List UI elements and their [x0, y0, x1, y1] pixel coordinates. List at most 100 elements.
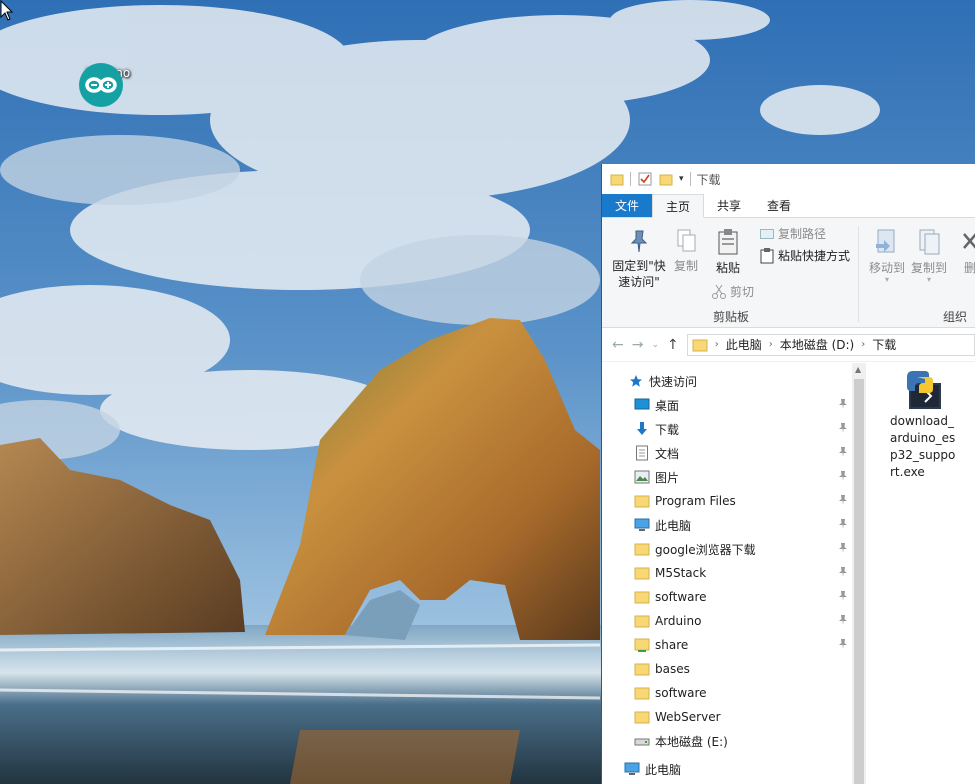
- nav-this-pc[interactable]: 此电脑: [602, 757, 852, 781]
- nav-item-label: 下载: [655, 422, 680, 437]
- nav-item-label: Program Files: [655, 494, 736, 508]
- pinned-icon[interactable]: [838, 638, 848, 653]
- breadcrumb-drive-d[interactable]: 本地磁盘 (D:): [780, 336, 854, 353]
- navigation-bar: ← → ⌄ ↑ › 此电脑 › 本地磁盘 (D:) › 下载: [602, 328, 975, 362]
- folder-icon: [634, 685, 650, 701]
- documents-icon: [634, 445, 650, 461]
- nav-scrollbar[interactable]: ▲: [852, 363, 866, 784]
- chevron-right-icon[interactable]: ›: [769, 339, 773, 350]
- download-arrow-icon: [634, 421, 650, 437]
- move-to-button[interactable]: 移动到 ▾: [866, 228, 908, 284]
- nav-item[interactable]: software: [602, 585, 852, 609]
- pin-quick-access-label: 固定到"快速访问": [612, 259, 666, 289]
- tab-home[interactable]: 主页: [652, 194, 705, 218]
- move-to-icon: [876, 229, 895, 253]
- computer-icon: [634, 517, 650, 533]
- nav-item[interactable]: 下载: [602, 417, 852, 441]
- shared-folder-icon: [634, 637, 650, 653]
- nav-item[interactable]: M5Stack: [602, 561, 852, 585]
- pinned-icon[interactable]: [838, 422, 848, 437]
- nav-item[interactable]: 桌面: [602, 393, 852, 417]
- nav-item[interactable]: software: [602, 681, 852, 705]
- cut-button[interactable]: 剪切: [712, 283, 754, 300]
- forward-arrow-icon[interactable]: →: [632, 337, 644, 353]
- nav-item[interactable]: 文档: [602, 441, 852, 465]
- group-divider: [858, 226, 859, 322]
- nav-quick-access-label: 快速访问: [649, 374, 698, 389]
- pin-icon: [630, 230, 648, 253]
- nav-item[interactable]: 本地磁盘 (E:): [602, 729, 852, 753]
- divider: [689, 172, 691, 186]
- cut-label: 剪切: [730, 285, 755, 299]
- pinned-icon[interactable]: [838, 542, 848, 557]
- copy-path-button[interactable]: 复制路径: [760, 225, 826, 242]
- nav-item[interactable]: 图片: [602, 465, 852, 489]
- organize-group-label: 组织: [943, 310, 968, 324]
- properties-check-icon[interactable]: [637, 171, 653, 187]
- pinned-icon[interactable]: [838, 470, 848, 485]
- folder-icon: [634, 589, 650, 605]
- chevron-right-icon[interactable]: ›: [715, 339, 719, 350]
- pin-quick-access-button[interactable]: 固定到"快速访问": [608, 228, 670, 290]
- tab-share[interactable]: 共享: [704, 194, 754, 217]
- pinned-icon[interactable]: [838, 398, 848, 413]
- paste-label: 粘贴: [715, 261, 740, 275]
- nav-item[interactable]: bases: [602, 657, 852, 681]
- quick-access-dropdown-icon[interactable]: ▾: [679, 174, 684, 184]
- nav-item[interactable]: share: [602, 633, 852, 657]
- back-arrow-icon[interactable]: ←: [612, 337, 624, 353]
- scissors-icon: [712, 284, 726, 299]
- tab-view[interactable]: 查看: [754, 194, 804, 217]
- nav-item[interactable]: google浏览器下载: [602, 537, 852, 561]
- pinned-icon[interactable]: [838, 446, 848, 461]
- recent-locations-chevron-icon[interactable]: ⌄: [651, 340, 659, 350]
- copy-button[interactable]: 复制: [670, 228, 702, 274]
- title-bar: ▾ 下载: [602, 164, 975, 194]
- breadcrumb-downloads[interactable]: 下载: [872, 336, 896, 353]
- desktop-icon: [634, 397, 650, 413]
- nav-item[interactable]: WebServer: [602, 705, 852, 729]
- window-title: 下载: [696, 172, 721, 187]
- divider: [630, 172, 631, 186]
- pinned-icon[interactable]: [838, 518, 848, 533]
- nav-item-label: software: [655, 686, 707, 700]
- chevron-right-icon[interactable]: ›: [861, 339, 865, 350]
- folder-icon: [634, 709, 650, 725]
- nav-item[interactable]: 此电脑: [602, 513, 852, 537]
- nav-quick-access[interactable]: 快速访问: [602, 369, 852, 393]
- nav-item-label: Arduino: [655, 614, 702, 628]
- move-to-label: 移动到: [868, 261, 905, 275]
- drive-icon: [634, 733, 650, 749]
- nav-item-label: M5Stack: [655, 566, 707, 580]
- address-input[interactable]: › 此电脑 › 本地磁盘 (D:) › 下载: [686, 333, 975, 356]
- tab-file[interactable]: 文件: [602, 194, 653, 217]
- pinned-icon[interactable]: [838, 494, 848, 509]
- breadcrumb-this-pc[interactable]: 此电脑: [726, 336, 762, 353]
- file-item[interactable]: download_arduino_esp32_support.exe: [888, 369, 962, 481]
- scrollbar-thumb[interactable]: [854, 379, 864, 784]
- paste-shortcut-button[interactable]: 粘贴快捷方式: [760, 247, 850, 264]
- new-folder-icon[interactable]: [659, 172, 673, 186]
- up-arrow-icon[interactable]: ↑: [667, 337, 679, 353]
- paste-button[interactable]: 粘贴: [712, 228, 744, 276]
- clipboard-paste-icon: [718, 229, 738, 255]
- paste-shortcut-icon: [760, 247, 774, 263]
- delete-button[interactable]: 删: [958, 228, 975, 276]
- star-icon: [628, 373, 644, 389]
- copy-icon: [677, 229, 696, 252]
- delete-label: 删: [963, 261, 975, 275]
- pinned-icon[interactable]: [838, 566, 848, 581]
- nav-item-label: bases: [655, 662, 690, 676]
- pinned-icon[interactable]: [838, 614, 848, 629]
- copy-path-label: 复制路径: [778, 227, 827, 241]
- nav-item[interactable]: Arduino: [602, 609, 852, 633]
- nav-item[interactable]: Program Files: [602, 489, 852, 513]
- folder-icon: [634, 661, 650, 677]
- scroll-up-icon[interactable]: ▲: [855, 365, 861, 374]
- folder-icon: [634, 613, 650, 629]
- pinned-icon[interactable]: [838, 590, 848, 605]
- folder-icon: [634, 541, 650, 557]
- copy-to-button[interactable]: 复制到 ▾: [908, 228, 950, 284]
- desktop-icon-arduino[interactable]: Arduino: [78, 62, 136, 107]
- nav-item-label: google浏览器下载: [655, 542, 756, 557]
